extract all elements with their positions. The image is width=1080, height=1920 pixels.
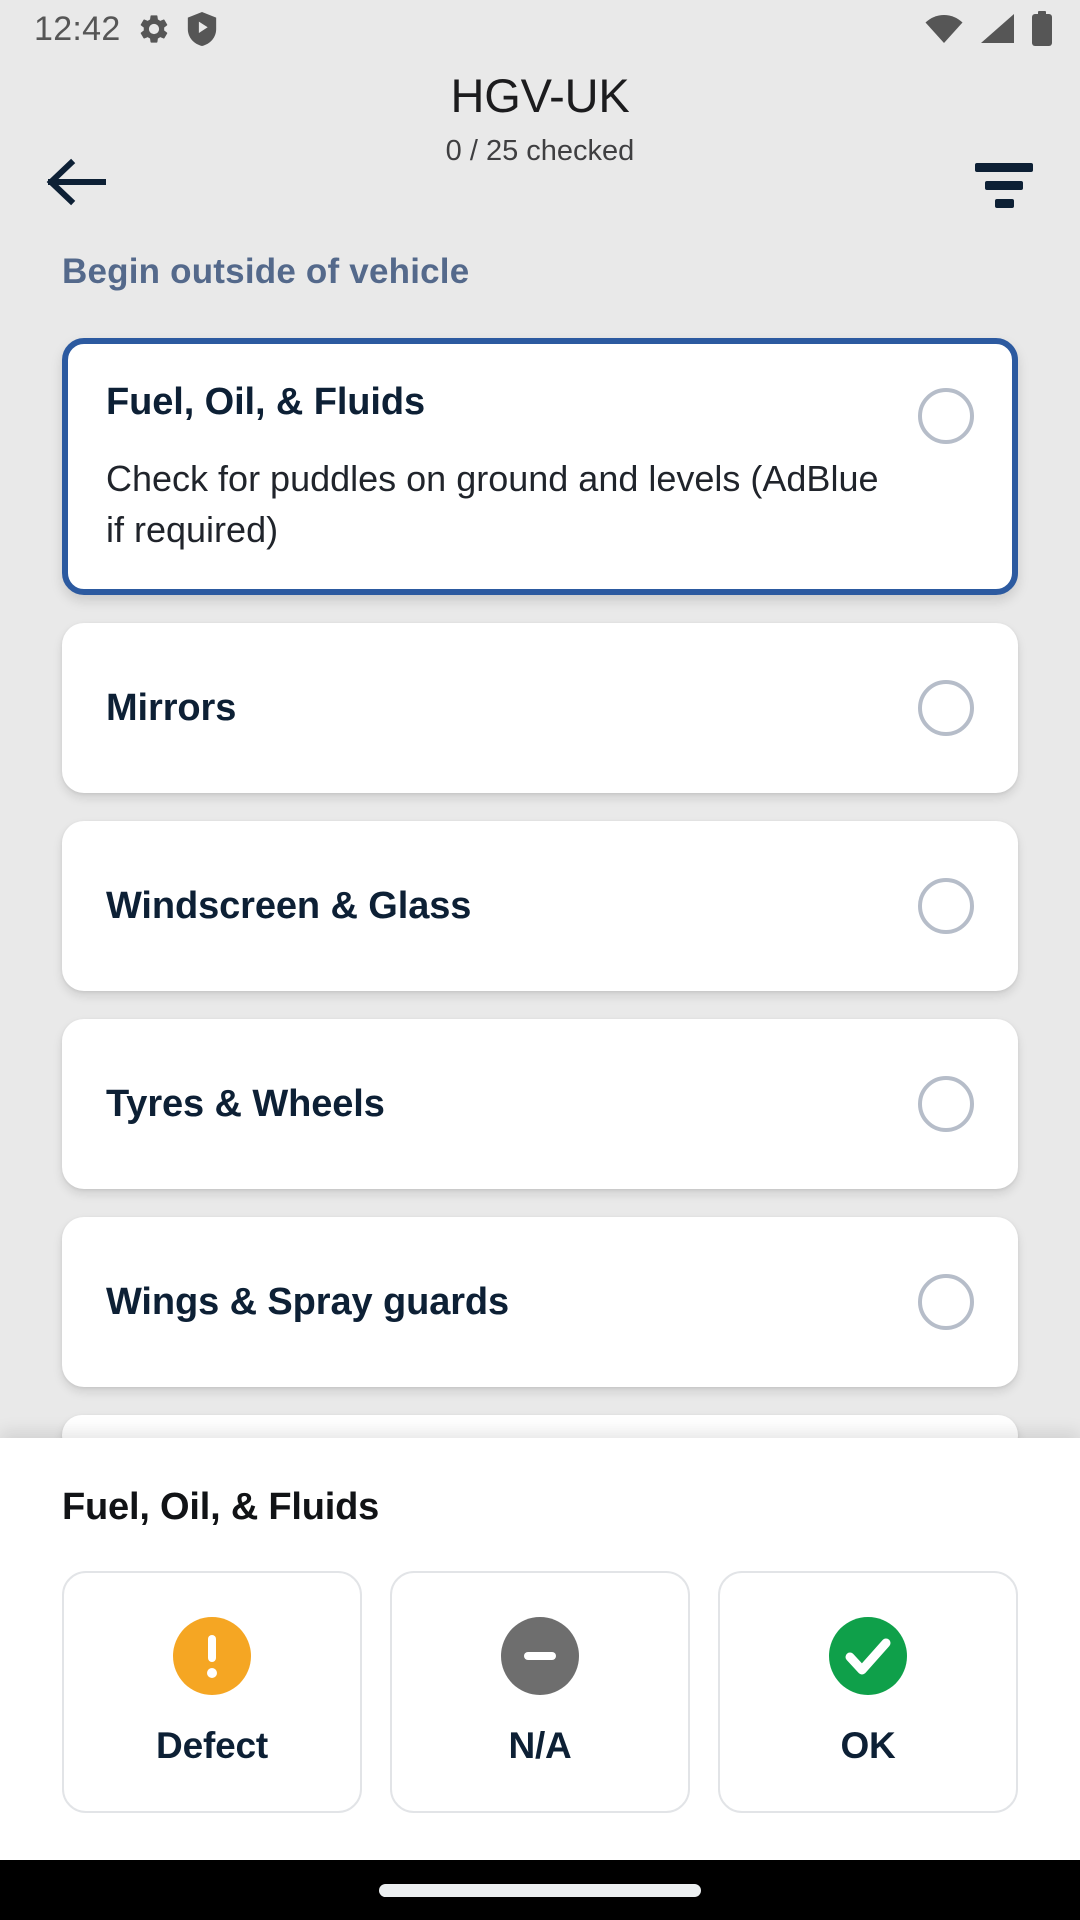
- phone-screen: 12:42 HGV-UK 0 / 25 checked Begin outsid…: [0, 0, 1080, 1920]
- defect-button-label: Defect: [156, 1725, 268, 1766]
- checklist-item-title: Tyres & Wheels: [106, 1082, 385, 1125]
- checklist-item-description: Check for puddles on ground and levels (…: [106, 457, 879, 550]
- sheet-title: Fuel, Oil, & Fluids: [62, 1486, 380, 1528]
- check-circle-icon: [829, 1617, 907, 1695]
- checklist-item-title: Windscreen & Glass: [106, 884, 472, 927]
- status-bar-left: 12:42: [34, 10, 217, 49]
- checklist-item-body: Mirrors: [106, 684, 918, 733]
- checklist-item-body: Wings & Spray guards: [106, 1278, 918, 1327]
- title-block: HGV-UK 0 / 25 checked: [0, 68, 1080, 168]
- checklist-item-fuel-oil-fluids[interactable]: Fuel, Oil, & Fluids Check for puddles on…: [62, 338, 1018, 595]
- status-action-row: Defect N/A OK: [62, 1571, 1018, 1813]
- cellular-signal-icon: [978, 12, 1016, 46]
- checklist-item-tyres-wheels[interactable]: Tyres & Wheels: [62, 1018, 1018, 1189]
- shield-play-icon: [187, 12, 217, 46]
- na-button-label: N/A: [508, 1725, 572, 1766]
- checklist-item-mirrors[interactable]: Mirrors: [62, 622, 1018, 793]
- gear-icon: [137, 12, 171, 46]
- checklist-item-title: Fuel, Oil, & Fluids: [106, 381, 426, 423]
- na-button[interactable]: N/A: [390, 1571, 690, 1813]
- minus-circle-icon: [501, 1617, 579, 1695]
- checklist-item-body: Tyres & Wheels: [106, 1080, 918, 1129]
- defect-button[interactable]: Defect: [62, 1571, 362, 1813]
- checklist-scroll-area[interactable]: Begin outside of vehicle Fuel, Oil, & Fl…: [0, 203, 1080, 1438]
- wifi-icon: [924, 12, 964, 46]
- checklist-item-status-radio[interactable]: [918, 679, 974, 736]
- ok-button-label: OK: [840, 1725, 896, 1766]
- page-title: HGV-UK: [450, 69, 630, 122]
- checklist-item-title: Wings & Spray guards: [106, 1280, 510, 1323]
- section-header: Begin outside of vehicle: [62, 252, 470, 291]
- status-bar-right: [924, 11, 1054, 47]
- checklist-item-body: Windscreen & Glass: [106, 882, 918, 931]
- checklist-item-windscreen-glass[interactable]: Windscreen & Glass: [62, 820, 1018, 991]
- checklist-item-next-partial[interactable]: [62, 1414, 1018, 1438]
- exclamation-circle-icon: [173, 1617, 251, 1695]
- checklist-item-status-radio[interactable]: [918, 877, 974, 934]
- filter-icon-bar-middle: [985, 180, 1023, 190]
- checklist-item-wings-spray-guards[interactable]: Wings & Spray guards: [62, 1216, 1018, 1387]
- progress-subtitle: 0 / 25 checked: [445, 135, 635, 167]
- filter-icon: [975, 162, 1033, 172]
- status-bar-clock: 12:42: [34, 9, 121, 48]
- checklist-item-status-radio[interactable]: [918, 1273, 974, 1330]
- status-picker-sheet: Fuel, Oil, & Fluids Defect N/A OK: [0, 1438, 1080, 1860]
- checklist-item-title: Mirrors: [106, 686, 237, 729]
- ok-button[interactable]: OK: [718, 1571, 1018, 1813]
- checklist-item-status-radio[interactable]: [918, 1075, 974, 1132]
- checklist-item-body: Fuel, Oil, & Fluids Check for puddles on…: [106, 378, 918, 555]
- checklist-item-status-radio[interactable]: [918, 388, 974, 444]
- home-indicator[interactable]: [379, 1883, 701, 1897]
- app-bar: HGV-UK 0 / 25 checked: [0, 58, 1080, 208]
- battery-icon: [1030, 11, 1054, 47]
- status-bar: 12:42: [0, 0, 1080, 58]
- system-navigation-bar: [0, 1860, 1080, 1920]
